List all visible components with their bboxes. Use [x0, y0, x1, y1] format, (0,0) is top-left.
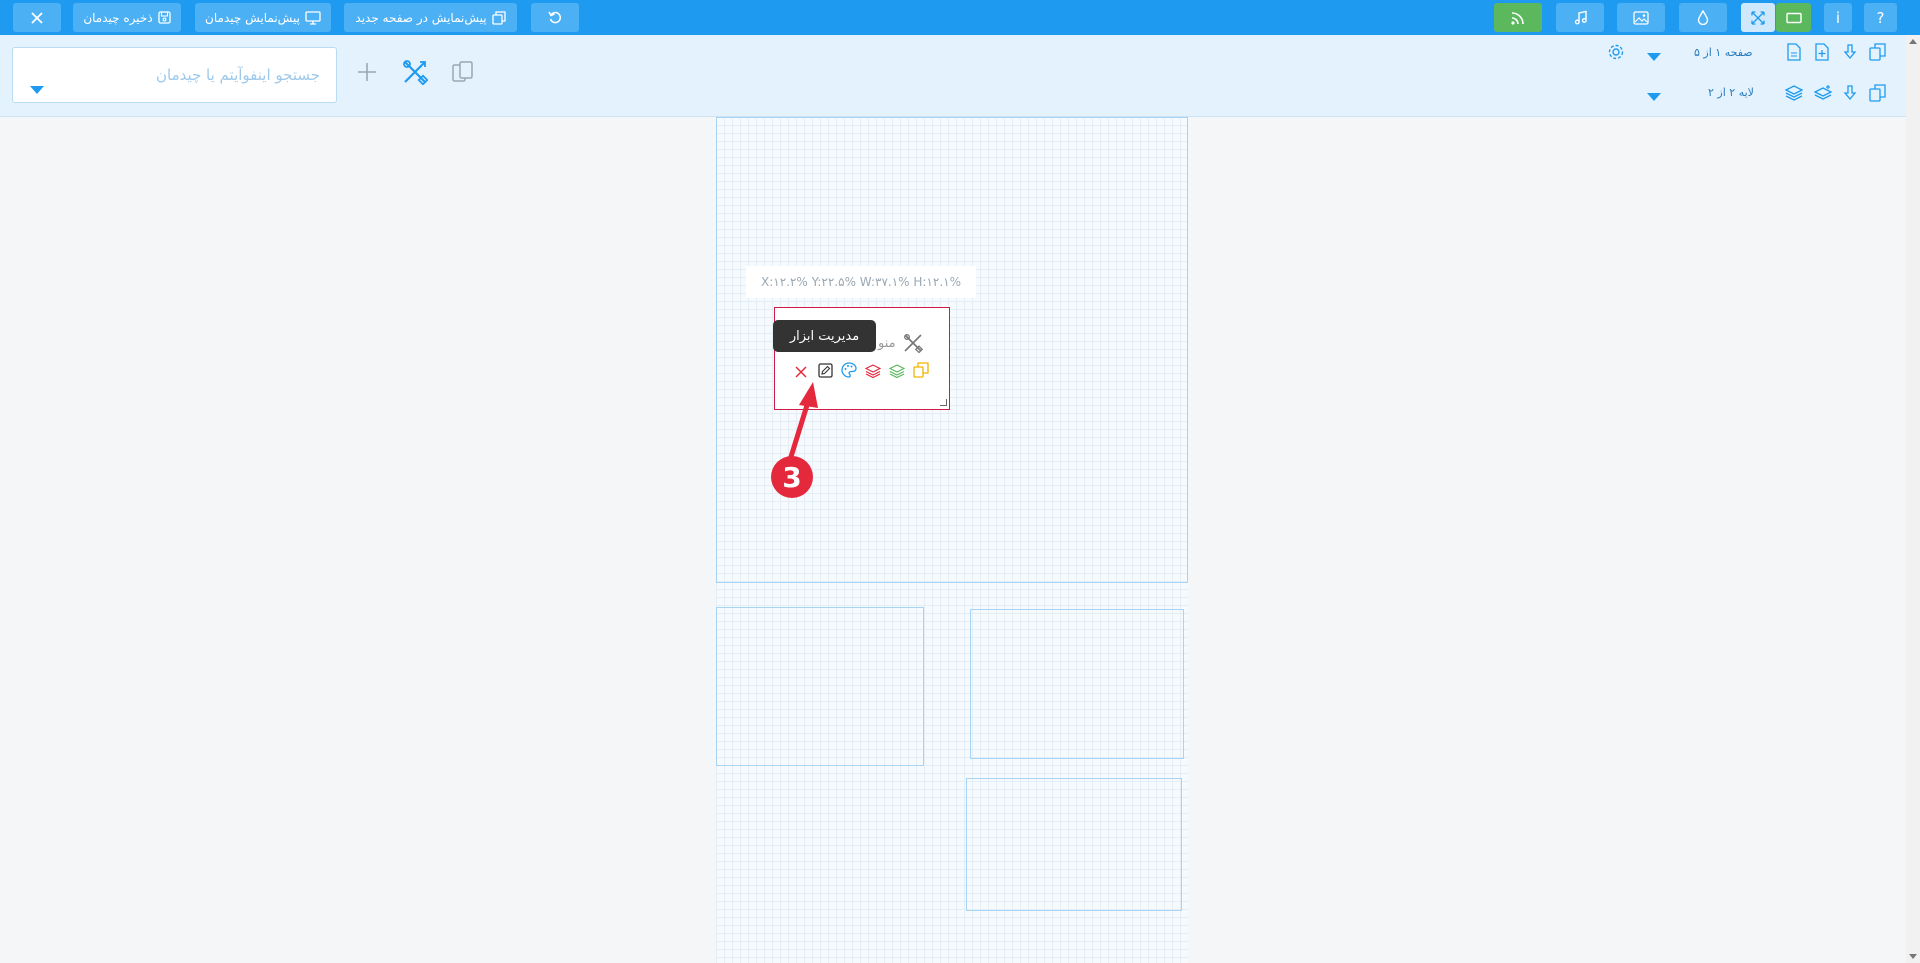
layers-button[interactable] — [1784, 85, 1804, 105]
layout-region-bottom-left[interactable] — [716, 607, 924, 766]
top-bar: ذخیره چیدمان پیش‌نمایش چیدمان پیش‌نمایش … — [0, 0, 1920, 35]
vertical-scrollbar[interactable] — [1906, 35, 1920, 963]
widget-copy-button[interactable] — [912, 362, 930, 382]
layers-icon — [888, 363, 906, 382]
page-nav-label: صفحه ۱ از ۵ — [1694, 46, 1753, 59]
file-icon — [1787, 43, 1801, 65]
page-file-button[interactable] — [1785, 43, 1803, 65]
undo-icon — [547, 10, 563, 25]
rectangle-button[interactable] — [1776, 3, 1811, 32]
expand-icon — [1751, 10, 1765, 25]
music-button[interactable] — [1556, 3, 1604, 32]
help-button[interactable]: ? — [1864, 3, 1897, 32]
close-icon — [31, 11, 43, 24]
image-button[interactable] — [1617, 3, 1665, 32]
copy-icon — [1869, 43, 1887, 65]
layer-nav-label: لایه ۲ از ۲ — [1708, 86, 1754, 99]
toolbar: صفحه ۱ از ۵ لایه ۲ از ۲ — [0, 35, 1906, 117]
rectangle-icon — [1785, 12, 1802, 24]
position-readout: X:۱۲.۲% Y:۲۲.۵% W:۳۷.۱% H:۱۲.۱% — [746, 266, 976, 298]
widget-title: منو — [878, 336, 896, 351]
undo-button[interactable] — [531, 3, 579, 32]
preview-layout-button[interactable]: پیش‌نمایش چیدمان — [195, 3, 331, 32]
music-icon — [1573, 10, 1588, 25]
add-page-button[interactable] — [1813, 43, 1831, 65]
arrow-down-icon — [1843, 44, 1857, 64]
arrow-down-icon — [1843, 85, 1857, 105]
widget-color-button[interactable] — [840, 362, 858, 382]
layer-download-button[interactable] — [1841, 85, 1859, 105]
scroll-down-arrow[interactable] — [1909, 954, 1917, 959]
annotation-arrow — [787, 382, 818, 463]
layout-region-bottom-right[interactable] — [970, 609, 1184, 759]
save-layout-button[interactable]: ذخیره چیدمان — [73, 3, 181, 32]
page-settings-button[interactable] — [1607, 43, 1625, 65]
info-label: i — [1835, 8, 1841, 27]
rss-icon — [1510, 10, 1526, 26]
preview-new-page-button[interactable]: پیش‌نمایش در صفحه جدید — [344, 3, 517, 32]
page-dropdown-icon[interactable] — [1647, 53, 1661, 61]
plus-icon — [357, 62, 377, 86]
page-download-button[interactable] — [1841, 44, 1859, 64]
preview-layout-label: پیش‌نمایش چیدمان — [205, 10, 300, 25]
fullscreen-button[interactable] — [1741, 3, 1775, 32]
help-label: ? — [1876, 8, 1885, 27]
image-icon — [1633, 10, 1649, 25]
clipboard-icon — [451, 60, 475, 88]
widget-layer-down-button[interactable] — [864, 363, 882, 381]
tools-button[interactable] — [401, 60, 429, 88]
layer-copy-button[interactable] — [1868, 84, 1888, 106]
color-button[interactable] — [1679, 3, 1727, 32]
gear-icon — [1607, 43, 1625, 65]
layers-icon — [1784, 85, 1804, 105]
copy-icon — [1869, 84, 1887, 106]
drop-icon — [1697, 10, 1709, 25]
tools-icon — [402, 59, 429, 89]
layers-plus-icon — [1813, 85, 1833, 105]
tooltip-text: مدیریت ابزار — [789, 328, 860, 344]
step-badge: 3 — [771, 456, 813, 498]
rss-button[interactable] — [1494, 3, 1542, 32]
page-copy-button[interactable] — [1868, 43, 1888, 65]
search-dropdown-icon[interactable] — [30, 86, 44, 94]
copy-icon — [913, 362, 929, 382]
tooltip: مدیریت ابزار — [773, 320, 876, 352]
close-button[interactable] — [13, 3, 61, 32]
search-box[interactable] — [12, 47, 337, 103]
tools-icon — [903, 333, 924, 357]
widget-tools-button[interactable] — [903, 333, 924, 357]
file-plus-icon — [1815, 43, 1829, 65]
save-layout-label: ذخیره چیدمان — [83, 10, 153, 25]
palette-icon — [841, 362, 857, 382]
layer-dropdown-icon[interactable] — [1647, 93, 1661, 101]
windows-icon — [491, 10, 506, 25]
info-button[interactable]: i — [1824, 3, 1852, 32]
paste-button[interactable] — [450, 61, 476, 87]
preview-new-page-label: پیش‌نمایش در صفحه جدید — [355, 10, 487, 25]
add-layer-button[interactable] — [1813, 85, 1833, 105]
search-input[interactable] — [80, 62, 320, 88]
monitor-icon — [305, 10, 321, 25]
layout-region-lower-right[interactable] — [966, 778, 1182, 911]
scroll-up-arrow[interactable] — [1909, 39, 1917, 44]
widget-resize-handle[interactable] — [940, 399, 947, 406]
layers-icon — [864, 363, 882, 382]
add-button[interactable] — [355, 62, 379, 86]
widget-layer-up-button[interactable] — [888, 363, 906, 381]
save-icon — [158, 11, 171, 24]
step-number: 3 — [782, 460, 802, 494]
